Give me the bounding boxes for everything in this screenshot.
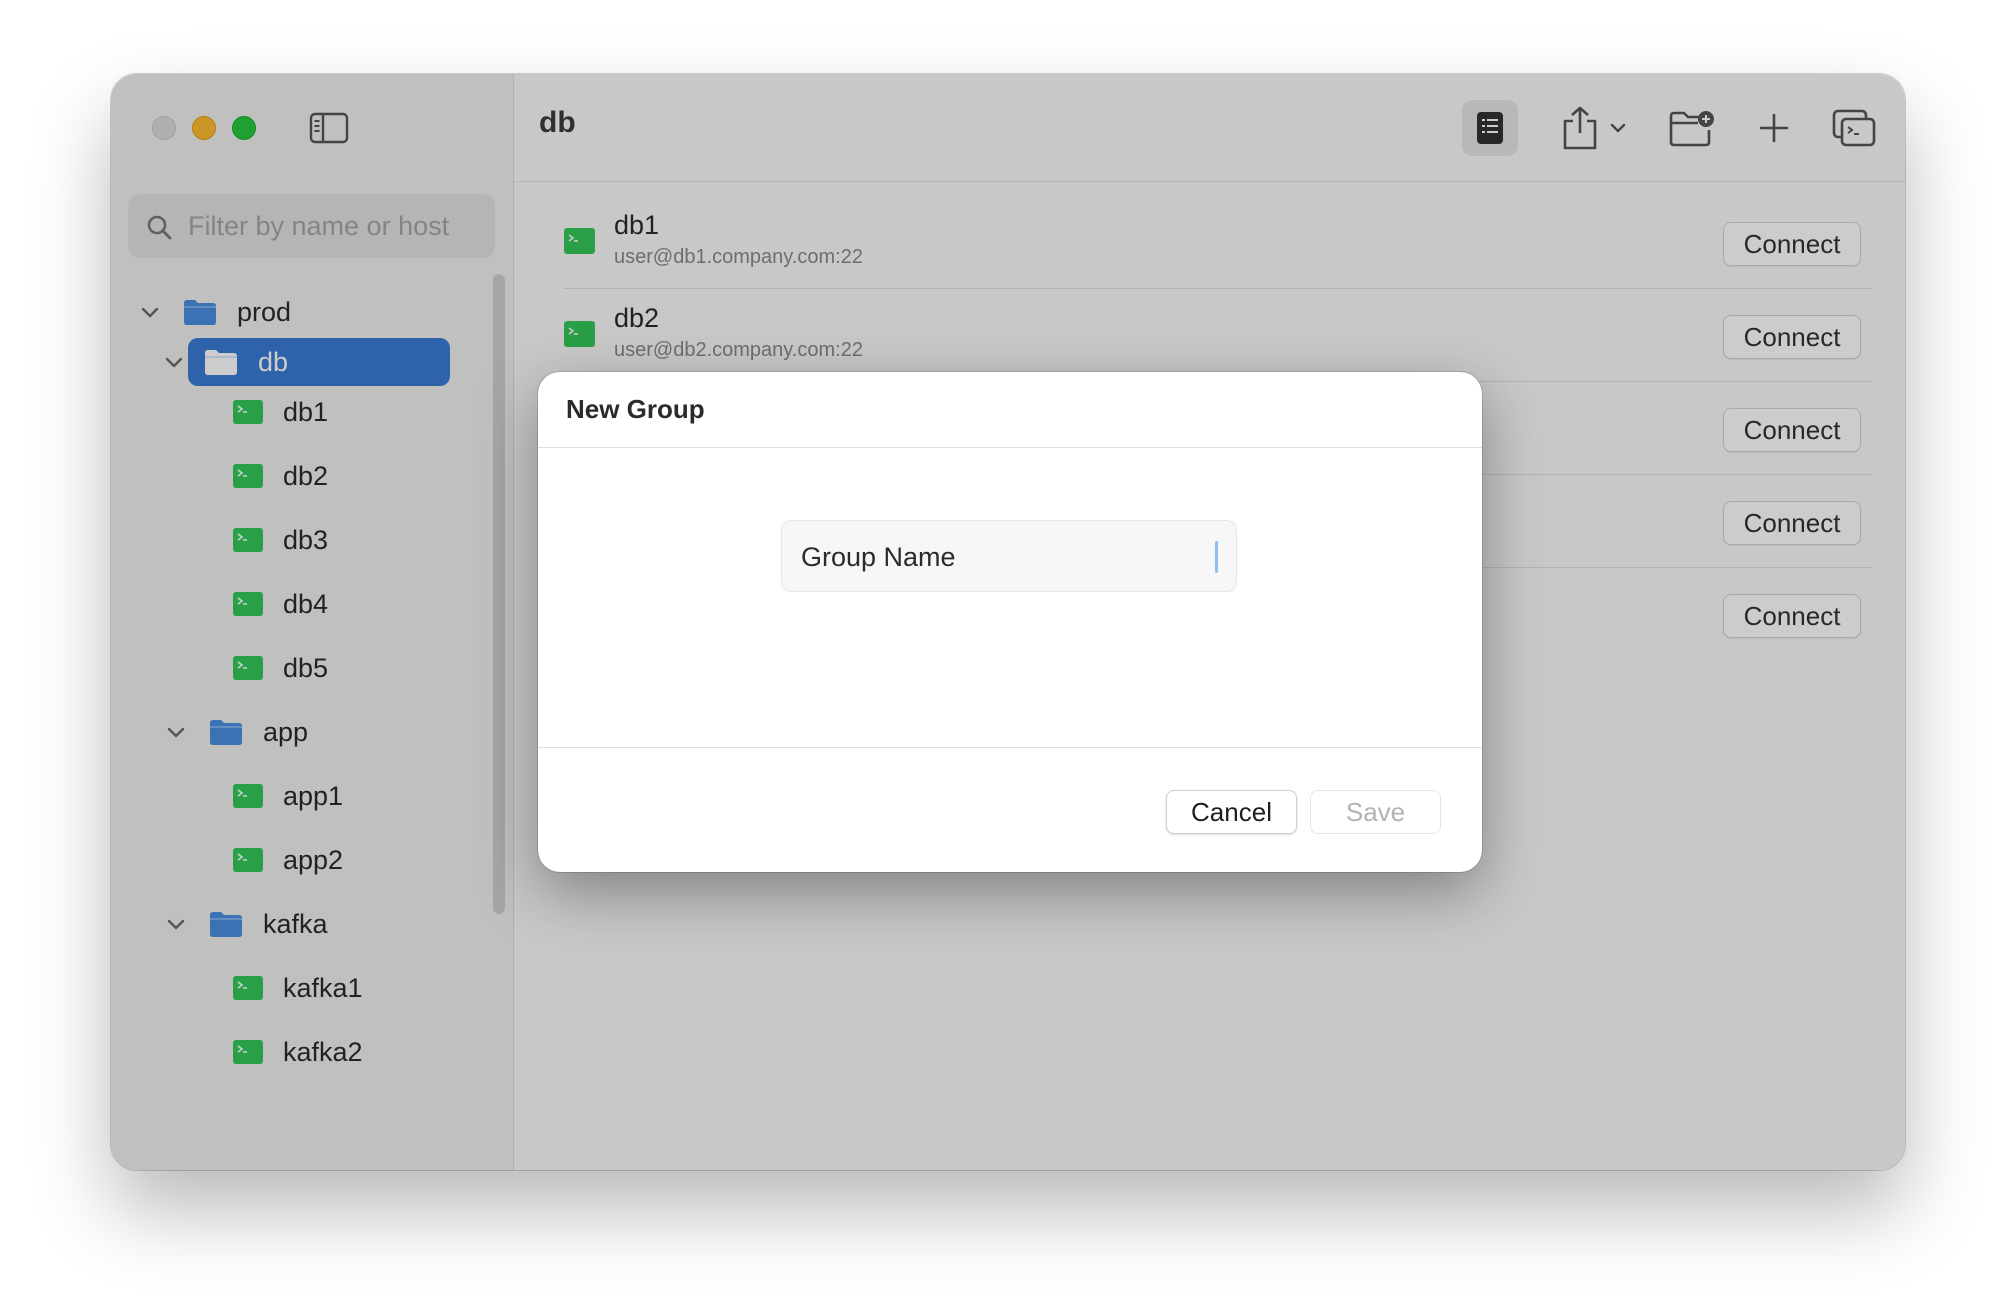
group-name-input[interactable] — [801, 537, 1201, 577]
group-name-field[interactable] — [781, 520, 1237, 592]
dialog-title: New Group — [566, 394, 705, 424]
divider — [538, 447, 1482, 448]
save-button[interactable]: Save — [1310, 790, 1441, 834]
text-caret — [1215, 541, 1218, 573]
cancel-button[interactable]: Cancel — [1166, 790, 1297, 834]
divider — [538, 747, 1482, 748]
new-group-dialog: New Group Cancel Save — [538, 372, 1482, 872]
app-window: prod db db1 db2 db3 db — [111, 74, 1905, 1170]
